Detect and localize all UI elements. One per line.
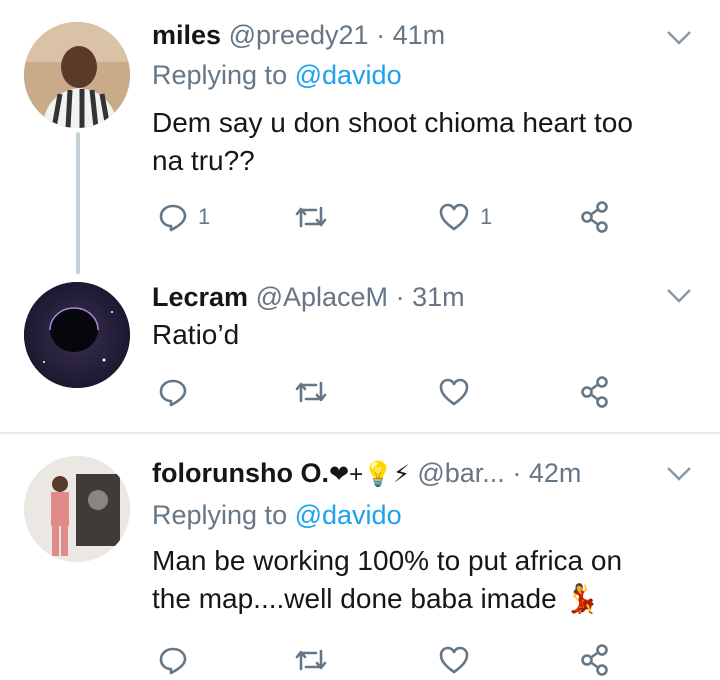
like-button[interactable] xyxy=(438,640,470,680)
tweet-text: Ratio’d xyxy=(152,316,680,354)
reply-button[interactable] xyxy=(158,640,188,680)
tweet-text-line-2: the map....well done baba imade 💃 xyxy=(152,580,680,618)
retweet-button[interactable] xyxy=(294,197,328,237)
heart-icon xyxy=(439,378,469,406)
avatar[interactable] xyxy=(24,282,130,388)
tweet-text-line: the map....well done baba imade xyxy=(152,583,557,614)
tweet-2[interactable]: Lecram @AplaceM · 31m Ratio’d xyxy=(0,270,720,430)
user-handle[interactable]: @preedy21 xyxy=(229,20,369,50)
tweet-3[interactable]: folorunsho O.❤+💡⚡ @bar... · 42m Replying… xyxy=(0,434,720,676)
person-avatar-icon xyxy=(24,22,130,128)
like-button[interactable] xyxy=(438,372,470,412)
heart-icon xyxy=(439,203,469,231)
tweet-text-line: na tru?? xyxy=(152,145,255,176)
thread-line xyxy=(76,132,80,274)
tweet-text: Dem say u don shoot chioma heart too na … xyxy=(152,104,680,180)
replying-prefix: Replying to xyxy=(152,60,288,90)
display-name[interactable]: folorunsho O. xyxy=(152,458,329,488)
retweet-button[interactable] xyxy=(294,372,328,412)
retweet-icon xyxy=(295,381,327,403)
mention-link[interactable]: @davido xyxy=(295,500,402,530)
tweet-text: Man be working 100% to put africa on the… xyxy=(152,542,680,618)
timestamp[interactable]: 42m xyxy=(529,458,582,488)
retweet-button[interactable] xyxy=(294,640,328,680)
reply-button[interactable] xyxy=(158,372,188,412)
tweet-header: folorunsho O.❤+💡⚡ @bar... · 42m xyxy=(152,456,676,492)
tweet-text-line: Man be working 100% to put africa on xyxy=(152,545,623,576)
action-bar xyxy=(152,640,632,680)
share-icon xyxy=(581,644,608,676)
tweet-1[interactable]: miles @preedy21 · 41m Replying to @david… xyxy=(0,0,720,274)
display-name[interactable]: miles xyxy=(152,20,221,50)
chevron-down-icon[interactable] xyxy=(666,288,692,304)
reply-icon xyxy=(159,204,187,232)
user-handle[interactable]: @bar... xyxy=(417,458,504,488)
separator: · xyxy=(376,20,386,50)
tweet-text-line: Ratio’d xyxy=(152,319,240,350)
name-emoji: ❤+💡⚡ xyxy=(328,460,410,488)
replying-to: Replying to @davido xyxy=(152,58,402,92)
share-button[interactable] xyxy=(580,640,610,680)
share-icon xyxy=(581,376,608,408)
share-button[interactable] xyxy=(580,372,610,412)
user-handle[interactable]: @AplaceM xyxy=(256,282,388,312)
avatar[interactable] xyxy=(24,456,130,562)
display-name[interactable]: Lecram xyxy=(152,282,248,312)
share-button[interactable] xyxy=(580,197,610,237)
action-bar: 1 1 xyxy=(152,197,632,237)
reply-icon xyxy=(159,379,187,407)
reply-button[interactable]: 1 xyxy=(158,197,210,237)
action-bar xyxy=(152,372,632,412)
separator: · xyxy=(512,458,522,488)
timestamp[interactable]: 41m xyxy=(393,20,446,50)
avatar[interactable] xyxy=(24,22,130,128)
mention-link[interactable]: @davido xyxy=(295,60,402,90)
timestamp[interactable]: 31m xyxy=(412,282,465,312)
heart-icon xyxy=(439,646,469,674)
tweet-header: miles @preedy21 · 41m xyxy=(152,18,660,52)
dancer-emoji: 💃 xyxy=(564,583,600,614)
like-count: 1 xyxy=(480,204,493,229)
retweet-icon xyxy=(295,649,327,671)
like-button[interactable]: 1 xyxy=(438,197,492,237)
replying-to: Replying to @davido xyxy=(152,498,402,532)
tweet-text-line: Dem say u don shoot chioma heart too xyxy=(152,107,633,138)
tweet-header: Lecram @AplaceM · 31m xyxy=(152,280,660,314)
reply-icon xyxy=(159,647,187,675)
replying-prefix: Replying to xyxy=(152,500,288,530)
reply-count: 1 xyxy=(198,204,211,229)
space-planet-avatar-icon xyxy=(24,282,130,388)
share-icon xyxy=(581,201,608,233)
retweet-icon xyxy=(295,206,327,228)
chevron-down-icon[interactable] xyxy=(666,466,692,482)
separator: · xyxy=(395,282,405,312)
person-avatar-icon xyxy=(24,456,130,562)
chevron-down-icon[interactable] xyxy=(666,30,692,46)
